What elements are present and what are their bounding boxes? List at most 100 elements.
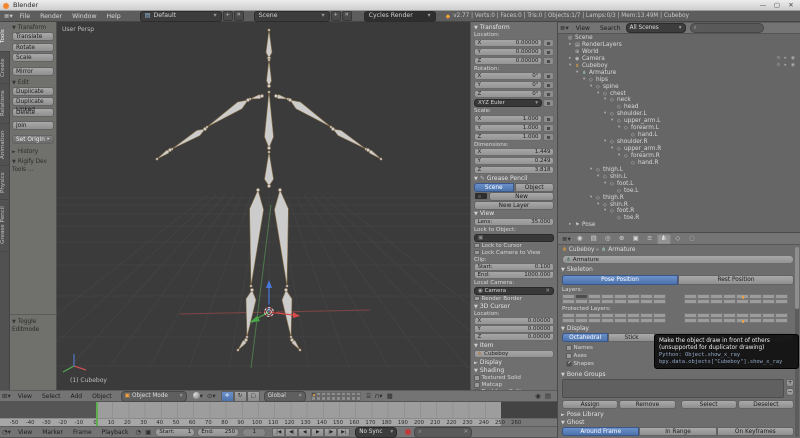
menu-view[interactable]: View: [571, 23, 595, 34]
matcap-checkbox[interactable]: Matcap: [474, 382, 554, 388]
rotation-z-field[interactable]: Z0°: [474, 90, 542, 98]
tab-object-data[interactable]: ⋔: [657, 233, 671, 244]
outliner-row[interactable]: ▾◇foot.R: [558, 208, 800, 215]
lock-icon[interactable]: [543, 115, 554, 123]
menu-frame[interactable]: Frame: [68, 427, 97, 438]
play-reverse-icon[interactable]: ◀: [298, 428, 311, 437]
bone-groups-panel-header[interactable]: ▼Bone Groups: [561, 371, 605, 379]
scale-z-field[interactable]: Z1.000: [474, 133, 542, 141]
outliner-row[interactable]: ▾◇thigh.R: [558, 195, 800, 202]
timeline-canvas[interactable]: -50-40-30-20-100102030405060708090100110…: [0, 402, 557, 426]
armature-layer-toggle[interactable]: [627, 318, 640, 323]
assign-button[interactable]: Assign: [562, 400, 618, 409]
ghost-mode-on-keyframes[interactable]: On Keyframes: [717, 427, 794, 436]
tab-create[interactable]: Create: [0, 52, 10, 84]
armature-layer-toggle[interactable]: [710, 299, 723, 304]
ghost-mode-around-frame[interactable]: Around Frame: [562, 427, 639, 436]
armature-layer-toggle[interactable]: [710, 318, 723, 323]
duplicate-linked-button[interactable]: Duplicate Linked: [12, 97, 54, 106]
outliner-row[interactable]: ▾◇shin.R: [558, 202, 800, 209]
armature-layer-toggle[interactable]: [749, 299, 762, 304]
armature-layer-toggle[interactable]: [640, 299, 653, 304]
add-bone-group-button[interactable]: +: [786, 379, 794, 387]
manipulator-translate-icon[interactable]: ✛: [221, 391, 234, 402]
transform-panel-header[interactable]: ▼Transform: [12, 24, 54, 32]
transform-orientation-selector[interactable]: Global▾: [264, 391, 306, 402]
ghost-mode-in-range[interactable]: In Range: [639, 427, 716, 436]
menu-playback[interactable]: Playback: [97, 427, 134, 438]
prev-keyframe-icon[interactable]: ◀|: [285, 428, 298, 437]
outliner-row[interactable]: ◇toe.R: [558, 215, 800, 222]
protected-layers-grid[interactable]: [684, 313, 788, 323]
cursor3d-panel-header[interactable]: ▼3D Cursor: [474, 303, 554, 311]
keying-set-field[interactable]: ⌕✕: [414, 427, 472, 438]
outliner-row[interactable]: ▾◇upper_arm.R: [558, 146, 800, 153]
lock-to-cursor-checkbox[interactable]: Lock to Cursor: [474, 243, 554, 249]
armature-layer-toggle[interactable]: [736, 299, 749, 304]
gp-color-swatch[interactable]: [474, 192, 488, 200]
outliner-row[interactable]: ◇hand.L: [558, 132, 800, 139]
armature-layer-toggle[interactable]: [640, 318, 653, 323]
renderable-icon[interactable]: ◉: [791, 63, 795, 70]
menu-view[interactable]: View: [13, 391, 37, 402]
outliner-row[interactable]: ▾◇chest: [558, 91, 800, 98]
scale-button[interactable]: Scale: [12, 53, 54, 62]
armature-layers-grid[interactable]: [684, 294, 788, 304]
outliner-row[interactable]: ◇toe.L: [558, 188, 800, 195]
outliner-row[interactable]: ◇head: [558, 104, 800, 111]
snap-element-icon[interactable]: ▦: [385, 392, 395, 400]
editor-type-icon[interactable]: ◔▾: [0, 428, 13, 436]
lock-icon[interactable]: [543, 133, 554, 141]
tab-grease-pencil[interactable]: Grease Pencil: [0, 200, 10, 252]
rotate-button[interactable]: Rotate: [12, 43, 54, 52]
rotation-mode-dropdown[interactable]: XYZ Euler▾: [474, 99, 542, 107]
delete-button[interactable]: Delete: [12, 108, 54, 117]
manipulator-scale-icon[interactable]: ▢: [247, 391, 260, 402]
tab-physics[interactable]: ◌: [685, 233, 699, 244]
tab-scene[interactable]: ◎: [601, 233, 615, 244]
auto-keyframe-record-icon[interactable]: [405, 429, 411, 435]
translate-button[interactable]: Translate: [12, 32, 54, 41]
display-panel-header[interactable]: ►Display: [474, 359, 554, 367]
tab-render-layers[interactable]: ▤: [587, 233, 601, 244]
item-name-field[interactable]: ⋔Cubeboy: [474, 350, 554, 358]
skeleton-panel-header[interactable]: ▼Skeleton: [561, 266, 593, 274]
view-panel-header[interactable]: ▼View: [474, 210, 554, 218]
shapes-checkbox[interactable]: Shapes: [566, 361, 594, 367]
render-border-checkbox[interactable]: Render Border: [474, 296, 554, 302]
armature-layer-toggle[interactable]: [775, 299, 788, 304]
protected-layers-grid[interactable]: [562, 313, 666, 323]
ghost-panel-header[interactable]: ▼Ghost: [561, 419, 584, 427]
dimensions-y-field[interactable]: Y0.249: [474, 157, 554, 165]
menu-search[interactable]: Search: [595, 23, 626, 34]
lock-camera-checkbox[interactable]: Lock Camera to View: [474, 250, 554, 256]
armature-layer-toggle[interactable]: [775, 318, 788, 323]
mode-selector[interactable]: ▣ Object Mode▾: [121, 391, 187, 402]
lock-icon[interactable]: [543, 48, 554, 56]
gp-object-toggle[interactable]: Object: [515, 183, 555, 192]
scale-y-field[interactable]: Y1.000: [474, 124, 542, 132]
outliner-row[interactable]: ▾◇forearm.L: [558, 125, 800, 132]
renderable-icon[interactable]: ◉: [791, 56, 795, 63]
add-scene-button[interactable]: +: [331, 11, 341, 21]
lock-icon[interactable]: [543, 90, 554, 98]
outliner-row[interactable]: ▾◇shoulder.L: [558, 111, 800, 118]
armature-layer-toggle[interactable]: [575, 299, 588, 304]
selectable-icon[interactable]: ▸: [784, 63, 786, 70]
tab-tools[interactable]: Tools: [0, 22, 10, 52]
armature-layer-toggle[interactable]: [762, 318, 775, 323]
armature-layer-toggle[interactable]: [653, 299, 666, 304]
outliner-row[interactable]: ▾◇forearm.R: [558, 153, 800, 160]
rotation-y-field[interactable]: Y0°: [474, 81, 542, 89]
lock-icon[interactable]: [543, 81, 554, 89]
menu-add[interactable]: Add: [65, 391, 87, 402]
outliner-row[interactable]: ▸▤RenderLayers: [558, 42, 800, 49]
search-input[interactable]: ⌕: [690, 23, 764, 33]
draw-type-stick[interactable]: Stick: [608, 333, 654, 342]
outliner-row[interactable]: ◇hand.R: [558, 160, 800, 167]
join-button[interactable]: Join: [12, 121, 54, 130]
cursor-y-field[interactable]: Y0.00000: [474, 325, 554, 333]
armature-layer-toggle[interactable]: [697, 299, 710, 304]
armature-layer-toggle[interactable]: [627, 299, 640, 304]
set-origin-menu[interactable]: Set Origin‣: [12, 135, 54, 144]
